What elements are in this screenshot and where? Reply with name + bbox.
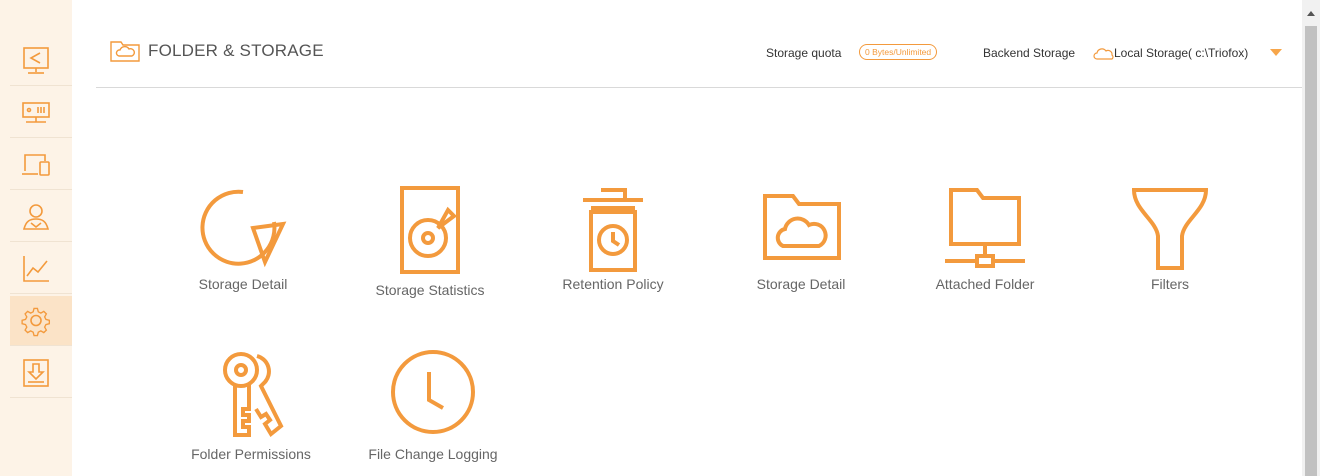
storage-quota-badge: 0 Bytes/Unlimited xyxy=(859,44,938,60)
cloud-folder-icon xyxy=(763,194,841,260)
tile-label: File Change Logging xyxy=(368,446,498,462)
sidebar-item-users[interactable] xyxy=(10,192,72,242)
download-icon xyxy=(23,358,49,387)
backend-storage-label: Backend Storage xyxy=(983,46,1076,60)
scroll-thumb[interactable] xyxy=(1305,26,1317,476)
vertical-scrollbar[interactable] xyxy=(1302,0,1320,476)
tile-storage-detail[interactable]: Storage Detail xyxy=(168,182,318,312)
scroll-up-icon[interactable] xyxy=(1307,11,1315,16)
storage-quota-label: Storage quota xyxy=(766,46,842,60)
tile-file-change-logging[interactable]: File Change Logging xyxy=(358,350,508,476)
trash-clock-icon xyxy=(583,188,643,272)
tile-storage-statistics[interactable]: Storage Statistics xyxy=(355,184,505,314)
chevron-down-icon[interactable] xyxy=(1270,49,1282,56)
tile-folder-permissions[interactable]: Folder Permissions xyxy=(176,350,326,476)
share-screen-icon xyxy=(23,46,49,74)
tile-storage-detail-cloud[interactable]: Storage Detail xyxy=(726,182,876,312)
tile-label: Retention Policy xyxy=(562,276,664,292)
tile-label: Storage Statistics xyxy=(375,282,485,298)
sidebar-item-servers[interactable] xyxy=(10,88,72,138)
sidebar-item-share[interactable] xyxy=(10,36,72,86)
tile-label: Filters xyxy=(1150,276,1190,292)
keys-icon xyxy=(223,352,284,437)
pie-chart-icon xyxy=(200,189,287,268)
tile-attached-folder[interactable]: Attached Folder xyxy=(910,182,1060,312)
users-icon xyxy=(22,203,50,230)
tile-label: Storage Detail xyxy=(756,276,846,292)
page-title: FOLDER & STORAGE xyxy=(148,41,324,60)
cloud-folder-icon xyxy=(110,41,140,62)
server-icon xyxy=(22,101,50,123)
cloud-icon xyxy=(1093,48,1114,60)
sidebar-item-devices[interactable] xyxy=(10,140,72,190)
backend-storage-select[interactable]: Local Storage( c:\Triofox) xyxy=(1114,46,1248,60)
chart-icon xyxy=(23,255,49,282)
network-folder-icon xyxy=(945,188,1025,268)
sidebar-item-download[interactable] xyxy=(10,348,72,398)
tile-label: Storage Detail xyxy=(198,276,288,292)
sidebar xyxy=(0,0,72,476)
page-header: FOLDER & STORAGE Storage quota 0 Bytes/U… xyxy=(96,0,1302,88)
tile-label: Attached Folder xyxy=(935,276,1035,292)
hard-drive-icon xyxy=(400,186,460,274)
devices-icon xyxy=(22,153,50,176)
tile-retention-policy[interactable]: Retention Policy xyxy=(538,182,688,312)
clock-icon xyxy=(391,350,475,434)
sidebar-item-reports[interactable] xyxy=(10,244,72,294)
gear-icon xyxy=(21,307,51,336)
funnel-icon xyxy=(1131,188,1209,270)
tile-label: Folder Permissions xyxy=(191,446,311,462)
sidebar-item-settings[interactable] xyxy=(10,296,72,346)
tile-filters[interactable]: Filters xyxy=(1095,182,1245,312)
